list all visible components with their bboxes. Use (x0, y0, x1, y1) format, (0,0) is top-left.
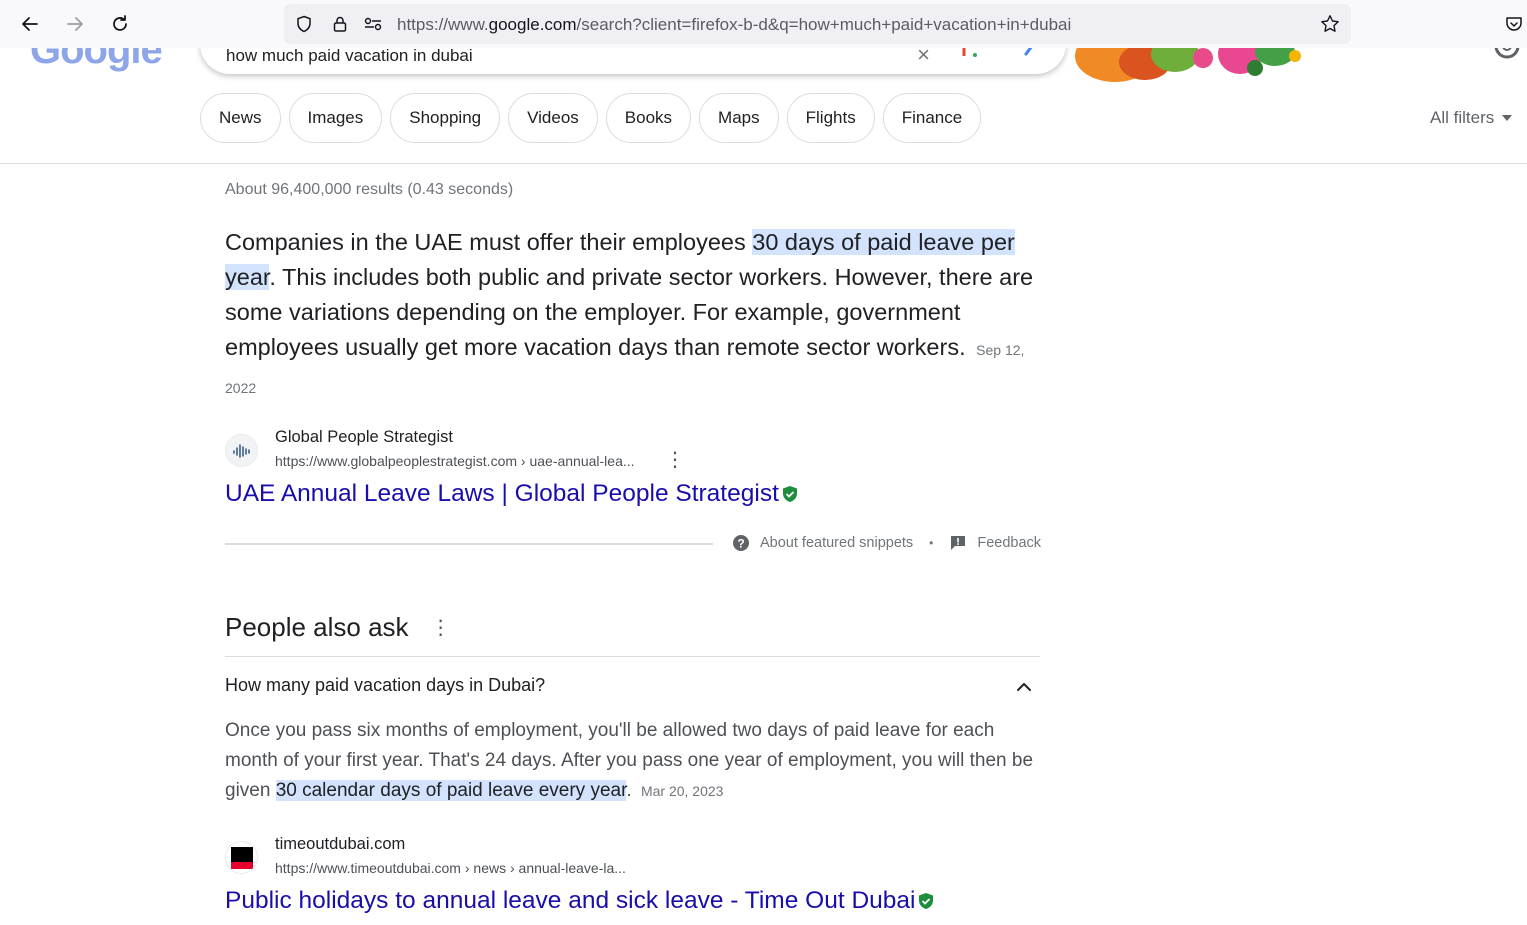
paa-heading: People also ask ⋮ (225, 612, 451, 643)
paa-answer-highlight: 30 calendar days of paid leave every yea… (275, 780, 627, 801)
bookmark-star-icon[interactable] (1320, 14, 1340, 34)
chevron-up-icon[interactable] (1014, 677, 1034, 697)
tab-news[interactable]: News (200, 93, 281, 143)
caret-down-icon (1502, 115, 1513, 121)
paa-question[interactable]: How many paid vacation days in Dubai? (225, 675, 545, 696)
tab-maps[interactable]: Maps (699, 93, 779, 143)
reload-icon (113, 15, 127, 31)
featured-snippet-text: Companies in the UAE must offer their em… (225, 225, 1040, 406)
url-text[interactable]: https://www.google.com/search?client=fir… (397, 15, 1071, 35)
paa-result-title[interactable]: Public holidays to annual leave and sick… (225, 887, 935, 915)
verified-shield-icon (919, 893, 934, 909)
svg-text:?: ? (737, 537, 744, 551)
permissions-icon[interactable] (363, 14, 383, 34)
doodle-image[interactable] (1075, 48, 1315, 82)
paa-answer-after: . (626, 780, 632, 801)
all-filters-button[interactable]: All filters (1430, 108, 1513, 128)
feedback-icon (949, 534, 967, 552)
snippet-text-before: Companies in the UAE must offer their em… (225, 229, 753, 255)
back-arrow-icon (22, 17, 38, 31)
address-bar[interactable]: https://www.google.com/search?client=fir… (284, 4, 1351, 44)
paa-date: Mar 20, 2023 (640, 783, 724, 799)
snippet-text-after: . This includes both public and private … (225, 264, 1034, 360)
help-icon: ? (732, 534, 750, 552)
featured-result-title[interactable]: UAE Annual Leave Laws | Global People St… (225, 480, 799, 508)
source-url: https://www.timeoutdubai.com › news › an… (275, 860, 626, 876)
back-button[interactable] (16, 10, 44, 38)
search-input[interactable]: how much paid vacation in dubai (226, 48, 473, 66)
paa-title-text: Public holidays to annual leave and sick… (225, 887, 916, 914)
globalpeoplestrategist-favicon (225, 434, 258, 467)
all-filters-label: All filters (1430, 108, 1495, 127)
search-header: Google how much paid vacation in dubai ×… (0, 48, 1527, 164)
search-box[interactable]: how much paid vacation in dubai × (200, 48, 1066, 74)
reload-button[interactable] (106, 10, 134, 38)
tab-finance[interactable]: Finance (882, 93, 982, 143)
google-logo[interactable]: Google (30, 48, 163, 73)
settings-icon[interactable] (1492, 48, 1522, 62)
tab-videos[interactable]: Videos (508, 93, 598, 143)
search-tabs: News Images Shopping Videos Books Maps F… (200, 93, 982, 143)
result-stats: About 96,400,000 results (0.43 seconds) (225, 181, 514, 198)
tab-images[interactable]: Images (288, 93, 383, 143)
clear-search-icon[interactable]: × (917, 48, 930, 68)
featured-title-text: UAE Annual Leave Laws | Global People St… (225, 480, 779, 507)
source-name: Global People Strategist (275, 428, 453, 446)
more-options-icon[interactable]: ⋮ (665, 450, 685, 470)
forward-button[interactable] (61, 10, 89, 38)
paa-heading-text: People also ask (225, 612, 409, 642)
url-host: google.com (488, 15, 577, 34)
feedback-link[interactable]: Feedback (977, 535, 1041, 551)
lens-icon[interactable] (962, 48, 978, 58)
timeoutdubai-favicon (225, 841, 258, 874)
url-path: /search?client=firefox-b-d&q=how+much+pa… (576, 15, 1072, 34)
pocket-button[interactable] (1500, 10, 1527, 38)
url-prefix: https://www. (397, 15, 489, 34)
about-featured-snippets-link[interactable]: About featured snippets (760, 535, 913, 551)
divider (225, 543, 713, 545)
source-name: timeoutdubai.com (275, 835, 406, 853)
tracking-shield-icon[interactable] (294, 14, 314, 34)
forward-arrow-icon (67, 17, 83, 31)
search-submit-icon[interactable] (1024, 48, 1040, 56)
verified-shield-icon (782, 486, 797, 502)
browser-toolbar: https://www.google.com/search?client=fir… (0, 0, 1527, 48)
paa-answer: Once you pass six months of employment, … (225, 716, 1040, 806)
tab-books[interactable]: Books (605, 93, 692, 143)
tab-shopping[interactable]: Shopping (390, 93, 501, 143)
pocket-icon (1506, 17, 1522, 31)
lock-icon[interactable] (330, 14, 350, 34)
snippet-footer: ? About featured snippets • Feedback (732, 534, 1041, 552)
paa-divider (225, 656, 1040, 657)
source-url: https://www.globalpeoplestrategist.com ›… (275, 453, 635, 469)
paa-more-icon[interactable]: ⋮ (431, 615, 451, 640)
tab-flights[interactable]: Flights (786, 93, 875, 143)
separator-dot: • (929, 536, 934, 550)
